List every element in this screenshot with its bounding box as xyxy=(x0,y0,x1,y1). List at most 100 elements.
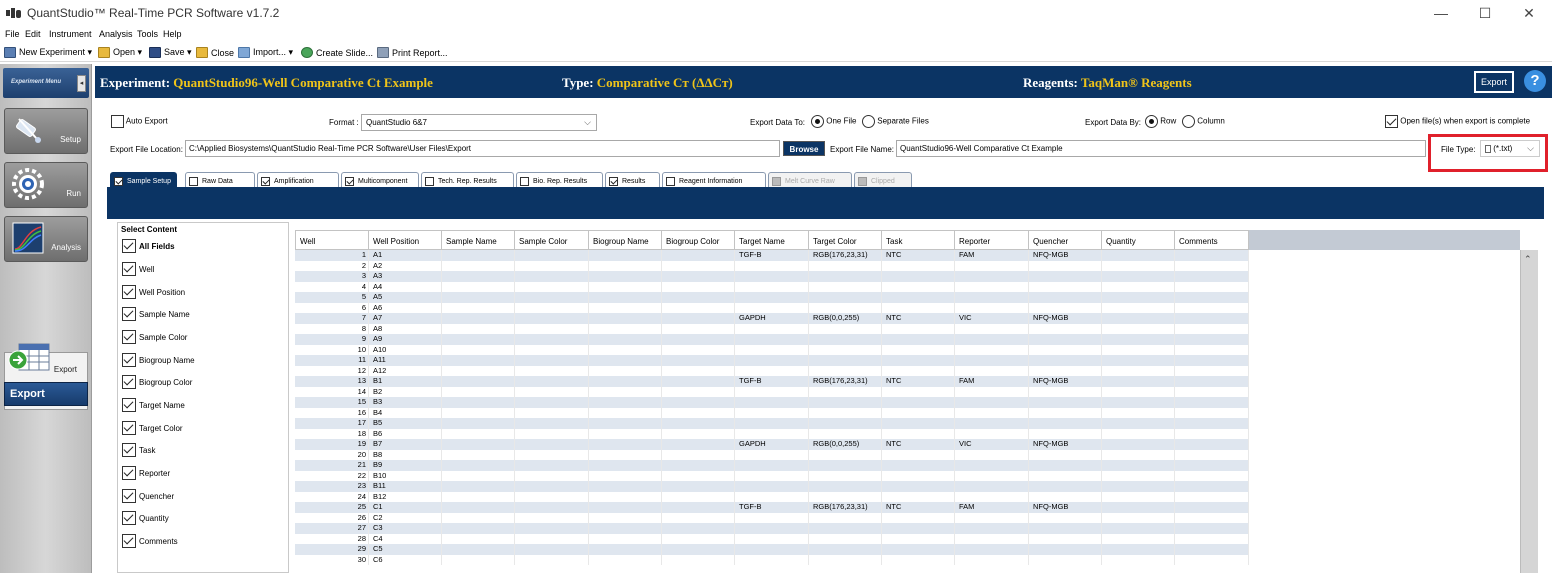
select-content-sample-color-checkbox[interactable]: Sample Color xyxy=(122,330,187,344)
close-button[interactable]: ✕ xyxy=(1509,2,1549,24)
maximize-button[interactable]: ☐ xyxy=(1465,2,1505,24)
table-row[interactable]: 15 B3 xyxy=(295,397,1249,408)
tab-reagent-information[interactable]: Reagent Information xyxy=(662,172,766,187)
menu-file[interactable]: File xyxy=(5,29,20,39)
experiment-menu-button[interactable]: Experiment Menu ◂ xyxy=(3,68,89,98)
menu-tools[interactable]: Tools xyxy=(137,29,158,39)
column-header[interactable]: Task xyxy=(882,230,955,250)
select-content-sample-name-checkbox[interactable]: Sample Name xyxy=(122,307,190,321)
menu-instrument[interactable]: Instrument xyxy=(49,29,92,39)
column-header[interactable]: Well Position xyxy=(369,230,442,250)
select-content-well-position-checkbox[interactable]: Well Position xyxy=(122,285,185,299)
minimize-button[interactable]: — xyxy=(1421,2,1461,24)
create-slide-button[interactable]: Create Slide... xyxy=(301,47,373,58)
print-report-button[interactable]: Print Report... xyxy=(377,47,448,58)
column-header[interactable]: Comments xyxy=(1175,230,1249,250)
save-button[interactable]: Save ▾ xyxy=(149,47,192,58)
table-row[interactable]: 4 A4 xyxy=(295,281,1249,292)
column-header[interactable]: Biogroup Color xyxy=(662,230,735,250)
export-file-name-field[interactable]: QuantStudio96-Well Comparative Ct Exampl… xyxy=(896,140,1426,157)
nav-setup[interactable]: Setup xyxy=(4,108,88,154)
auto-export-checkbox[interactable]: Auto Export xyxy=(111,115,168,128)
tab-results[interactable]: Results xyxy=(605,172,660,187)
select-content-task-checkbox[interactable]: Task xyxy=(122,443,155,457)
table-row[interactable]: 22 B10 xyxy=(295,470,1249,481)
table-row[interactable]: 3 A3 xyxy=(295,271,1249,282)
table-row[interactable]: 18 B6 xyxy=(295,428,1249,439)
table-row[interactable]: 17 B5 xyxy=(295,418,1249,429)
table-row[interactable]: 14 B2 xyxy=(295,386,1249,397)
table-row[interactable]: 8 A8 xyxy=(295,323,1249,334)
select-content-all-fields-checkbox[interactable]: All Fields xyxy=(122,239,175,253)
tab-multicomponent[interactable]: Multicomponent xyxy=(341,172,419,187)
select-content-well-checkbox[interactable]: Well xyxy=(122,262,154,276)
format-select[interactable]: QuantStudio 6&7 ⌵ xyxy=(361,114,597,131)
column-header[interactable]: Reporter xyxy=(955,230,1029,250)
open-button[interactable]: Open ▾ xyxy=(98,47,142,58)
table-row[interactable]: 9 A9 xyxy=(295,334,1249,345)
column-header[interactable]: Quantity xyxy=(1102,230,1175,250)
new-experiment-button[interactable]: New Experiment ▾ xyxy=(4,47,92,58)
select-content-biogroup-name-checkbox[interactable]: Biogroup Name xyxy=(122,353,195,367)
browse-button[interactable]: Browse xyxy=(783,141,825,156)
import-button[interactable]: Import... ▾ xyxy=(238,47,293,58)
close-experiment-button[interactable]: Close xyxy=(196,47,234,58)
one-file-radio[interactable]: One File xyxy=(811,115,856,128)
tab-amplification[interactable]: Amplification xyxy=(257,172,339,187)
table-row[interactable]: 16 B4 xyxy=(295,407,1249,418)
table-row[interactable]: 6 A6 xyxy=(295,302,1249,313)
column-radio[interactable]: Column xyxy=(1182,115,1225,128)
column-header[interactable]: Target Color xyxy=(809,230,882,250)
table-row[interactable]: 10 A10 xyxy=(295,344,1249,355)
nav-run[interactable]: Run xyxy=(4,162,88,208)
select-content-quantity-checkbox[interactable]: Quantity xyxy=(122,511,169,525)
table-row[interactable]: 12 A12 xyxy=(295,365,1249,376)
separate-files-radio[interactable]: Separate Files xyxy=(862,115,929,128)
table-row[interactable]: 26 C2 xyxy=(295,512,1249,523)
column-header[interactable]: Sample Color xyxy=(515,230,589,250)
select-content-biogroup-color-checkbox[interactable]: Biogroup Color xyxy=(122,375,192,389)
tab-sample-setup[interactable]: Sample Setup xyxy=(110,172,177,187)
table-scrollbar[interactable]: ⌃ xyxy=(1520,250,1538,573)
tab-tech-rep-results[interactable]: Tech. Rep. Results xyxy=(421,172,514,187)
export-location-field[interactable]: C:\Applied Biosystems\QuantStudio Real-T… xyxy=(185,140,780,157)
column-header[interactable]: Quencher xyxy=(1029,230,1102,250)
table-row[interactable]: 1 A1 TGF-B RGB(176,23,31) NTC FAM NFQ-MGB xyxy=(295,250,1249,261)
collapse-nav-button[interactable]: ◂ xyxy=(77,75,86,92)
nav-analysis[interactable]: Analysis xyxy=(4,216,88,262)
export-button[interactable]: Export xyxy=(1474,71,1514,93)
table-row[interactable]: 5 A5 xyxy=(295,292,1249,303)
select-content-target-color-checkbox[interactable]: Target Color xyxy=(122,421,183,435)
table-row[interactable]: 29 C5 xyxy=(295,544,1249,555)
column-header[interactable]: Well xyxy=(295,230,369,250)
tab-bio-rep-results[interactable]: Bio. Rep. Results xyxy=(516,172,603,187)
open-when-complete-checkbox[interactable]: Open file(s) when export is complete xyxy=(1385,115,1530,128)
table-row[interactable]: 28 C4 xyxy=(295,533,1249,544)
row-radio[interactable]: Row xyxy=(1145,115,1176,128)
menu-edit[interactable]: Edit xyxy=(25,29,41,39)
table-row[interactable]: 19 B7 GAPDH RGB(0,0,255) NTC VIC NFQ-MGB xyxy=(295,439,1249,450)
select-content-target-name-checkbox[interactable]: Target Name xyxy=(122,398,185,412)
table-row[interactable]: 23 B11 xyxy=(295,481,1249,492)
nav-export-active[interactable]: Export xyxy=(4,382,88,406)
table-row[interactable]: 25 C1 TGF-B RGB(176,23,31) NTC FAM NFQ-MGB xyxy=(295,502,1249,513)
select-content-comments-checkbox[interactable]: Comments xyxy=(122,534,178,548)
select-content-quencher-checkbox[interactable]: Quencher xyxy=(122,489,174,503)
column-header[interactable]: Sample Name xyxy=(442,230,515,250)
menu-help[interactable]: Help xyxy=(163,29,182,39)
table-row[interactable]: 13 B1 TGF-B RGB(176,23,31) NTC FAM NFQ-MGB xyxy=(295,376,1249,387)
menu-analysis[interactable]: Analysis xyxy=(99,29,133,39)
table-row[interactable]: 24 B12 xyxy=(295,491,1249,502)
table-row[interactable]: 20 B8 xyxy=(295,449,1249,460)
help-icon[interactable]: ? xyxy=(1524,70,1546,92)
select-content-reporter-checkbox[interactable]: Reporter xyxy=(122,466,170,480)
table-row[interactable]: 21 B9 xyxy=(295,460,1249,471)
table-row[interactable]: 27 C3 xyxy=(295,523,1249,534)
scroll-up-icon[interactable]: ⌃ xyxy=(1524,254,1532,265)
table-row[interactable]: 11 A11 xyxy=(295,355,1249,366)
table-row[interactable]: 30 C6 xyxy=(295,554,1249,565)
table-row[interactable]: 7 A7 GAPDH RGB(0,0,255) NTC VIC NFQ-MGB xyxy=(295,313,1249,324)
column-header[interactable]: Target Name xyxy=(735,230,809,250)
column-header[interactable]: Biogroup Name xyxy=(589,230,662,250)
tab-raw-data[interactable]: Raw Data xyxy=(185,172,255,187)
